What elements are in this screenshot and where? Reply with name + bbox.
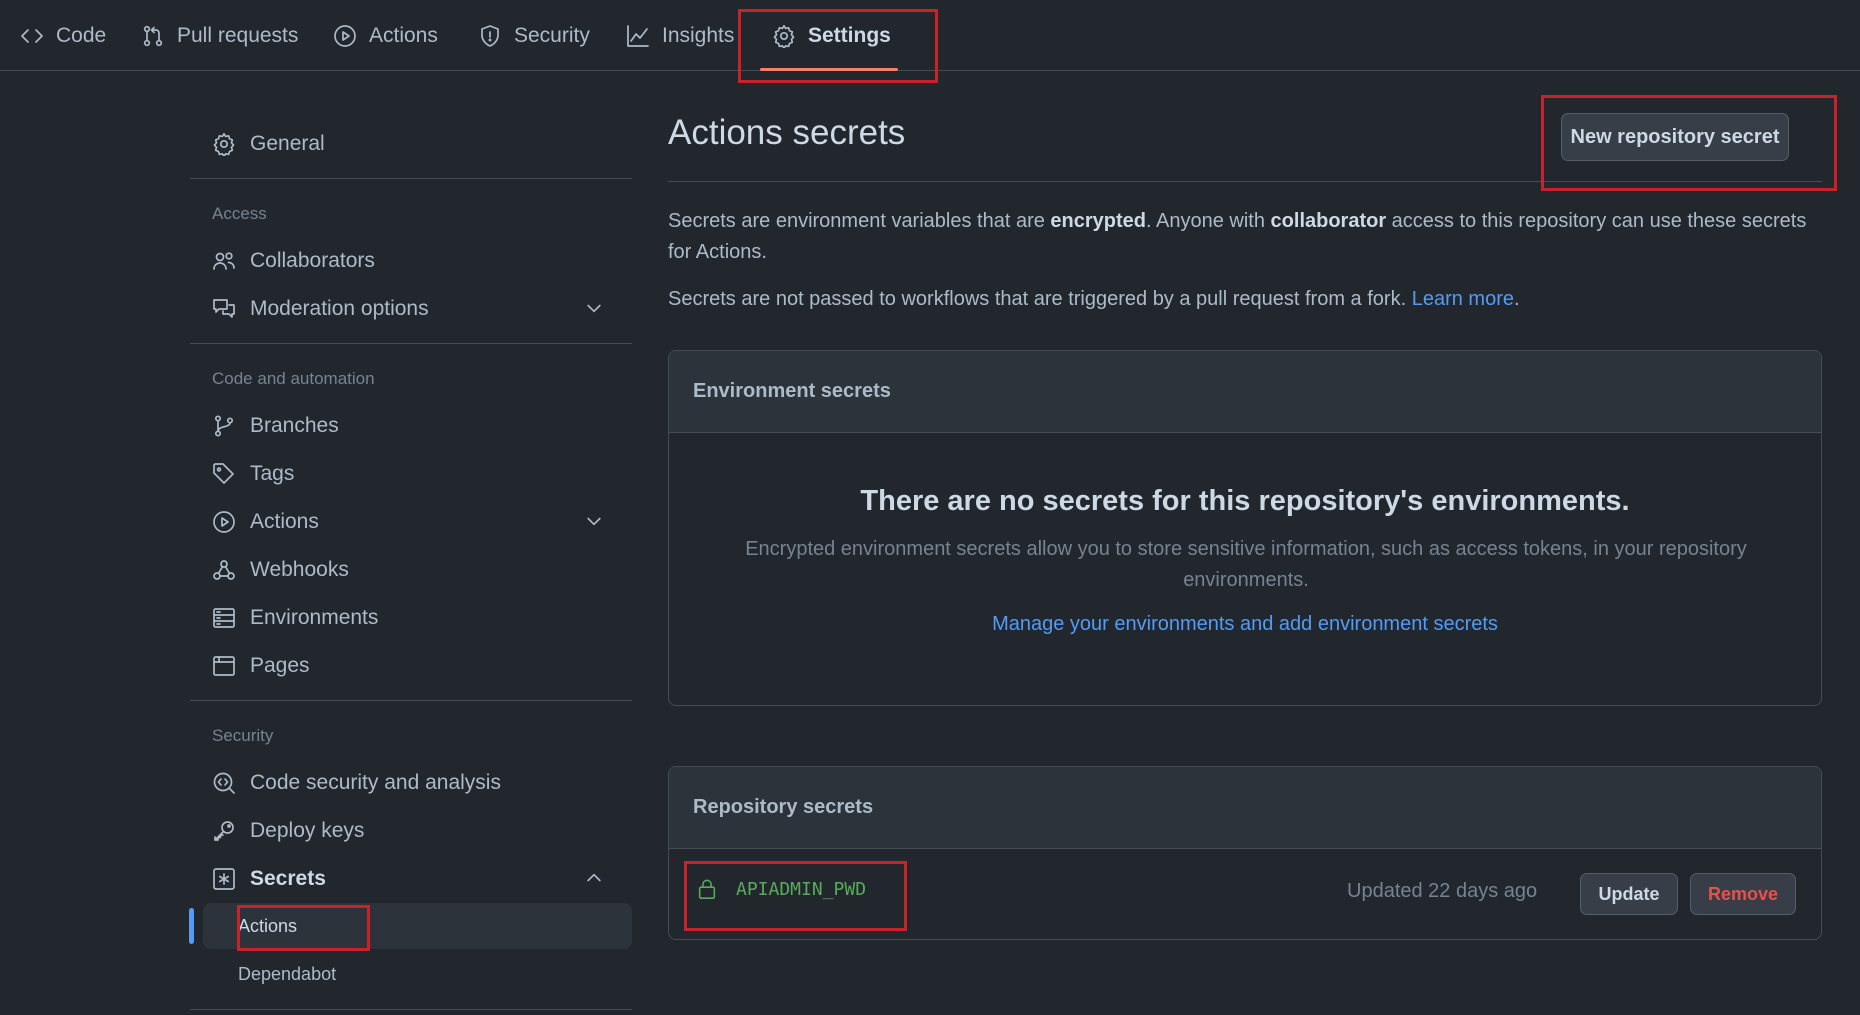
sidebar-item-branches[interactable]: Branches bbox=[190, 404, 632, 448]
sidebar-divider bbox=[190, 343, 632, 344]
tab-label: Insights bbox=[662, 24, 735, 47]
sidebar-divider bbox=[190, 1009, 632, 1010]
sidebar-item-moderation[interactable]: Moderation options bbox=[190, 287, 632, 331]
intro-text: Secrets are environment variables that a… bbox=[668, 206, 1822, 268]
secret-updated-time: Updated 22 days ago bbox=[1347, 880, 1538, 902]
fork-note-text: Secrets are not passed to workflows that… bbox=[668, 288, 1412, 310]
tab-pull-requests[interactable]: Pull requests bbox=[141, 18, 298, 54]
codescan-icon bbox=[212, 771, 236, 795]
page-title: Actions secrets bbox=[668, 113, 906, 152]
sidebar-item-label: Collaborators bbox=[250, 249, 375, 272]
blank-state-title: There are no secrets for this repository… bbox=[860, 485, 1630, 517]
sidebar-item-actions[interactable]: Actions bbox=[190, 500, 632, 544]
code-icon bbox=[20, 24, 44, 48]
play-icon bbox=[333, 24, 357, 48]
blank-state-description: Encrypted environment secrets allow you … bbox=[745, 538, 1747, 591]
secret-name-text: APIADMIN_PWD bbox=[736, 878, 867, 900]
sidebar-item-label: Actions bbox=[250, 510, 319, 533]
sidebar-item-label: Branches bbox=[250, 414, 339, 437]
webhook-icon bbox=[212, 558, 236, 582]
tab-code[interactable]: Code bbox=[20, 18, 106, 54]
chevron-down-icon[interactable] bbox=[584, 511, 604, 531]
sidebar-divider bbox=[190, 700, 632, 701]
sidebar-item-label: Code security and analysis bbox=[250, 771, 501, 794]
sidebar-divider bbox=[190, 178, 632, 179]
branch-icon bbox=[212, 414, 236, 438]
new-repository-secret-button[interactable]: New repository secret bbox=[1561, 113, 1789, 161]
active-tab-underline bbox=[760, 68, 898, 71]
sidebar-heading-security: Security bbox=[212, 726, 274, 745]
gear-icon bbox=[772, 24, 796, 48]
lock-icon bbox=[696, 877, 718, 901]
secret-row: APIADMIN_PWD Updated 22 days ago Update … bbox=[669, 849, 1821, 937]
sidebar-subitem-secrets-actions[interactable]: Actions bbox=[203, 903, 632, 949]
repo-nav: Code Pull requests Actions Security Insi… bbox=[0, 0, 1860, 71]
sidebar-item-label: Pages bbox=[250, 654, 310, 677]
update-secret-button[interactable]: Update bbox=[1580, 873, 1678, 915]
intro-part: . Anyone with bbox=[1146, 210, 1271, 232]
active-item-indicator bbox=[189, 908, 194, 944]
sidebar-item-label: Deploy keys bbox=[250, 819, 365, 842]
fork-note: Secrets are not passed to workflows that… bbox=[668, 284, 1822, 315]
sidebar-item-label: Moderation options bbox=[250, 297, 429, 320]
sidebar-item-tags[interactable]: Tags bbox=[190, 452, 632, 496]
tab-label: Actions bbox=[369, 24, 438, 47]
title-divider bbox=[668, 181, 1822, 182]
key-icon bbox=[212, 819, 236, 843]
learn-more-link[interactable]: Learn more bbox=[1412, 288, 1514, 310]
tab-security[interactable]: Security bbox=[478, 18, 590, 54]
sidebar-item-environments[interactable]: Environments bbox=[190, 596, 632, 640]
sidebar-item-label: Dependabot bbox=[238, 963, 337, 984]
sidebar-item-webhooks[interactable]: Webhooks bbox=[190, 548, 632, 592]
environment-secrets-header: Environment secrets bbox=[669, 351, 1821, 433]
sidebar-item-secrets[interactable]: Secrets bbox=[190, 857, 632, 901]
tab-settings[interactable]: Settings bbox=[772, 18, 891, 54]
tag-icon bbox=[212, 462, 236, 486]
environment-secrets-box: Environment secrets There are no secrets… bbox=[668, 350, 1822, 706]
sidebar-item-label: General bbox=[250, 132, 325, 155]
sidebar-item-label: Environments bbox=[250, 606, 379, 629]
tab-label: Settings bbox=[808, 24, 891, 47]
browser-icon bbox=[212, 654, 236, 678]
sidebar-item-deploy-keys[interactable]: Deploy keys bbox=[190, 809, 632, 853]
remove-secret-button[interactable]: Remove bbox=[1690, 873, 1796, 915]
gear-icon bbox=[212, 132, 236, 156]
pull-request-icon bbox=[141, 24, 165, 48]
secret-name: APIADMIN_PWD bbox=[696, 877, 866, 901]
tab-actions[interactable]: Actions bbox=[333, 18, 438, 54]
intro-bold: collaborator bbox=[1270, 210, 1387, 232]
fork-note-period: . bbox=[1513, 288, 1520, 310]
sidebar-item-collaborators[interactable]: Collaborators bbox=[190, 239, 632, 283]
sidebar-heading-access: Access bbox=[212, 204, 267, 223]
sidebar-item-pages[interactable]: Pages bbox=[190, 644, 632, 688]
chevron-down-icon[interactable] bbox=[584, 298, 604, 318]
tab-label: Pull requests bbox=[177, 24, 299, 47]
manage-environments-link[interactable]: Manage your environments and add environ… bbox=[992, 613, 1498, 635]
comment-discussion-icon bbox=[212, 297, 236, 321]
tab-label: Security bbox=[514, 24, 590, 47]
tab-insights[interactable]: Insights bbox=[626, 18, 734, 54]
sidebar-item-general[interactable]: General bbox=[190, 122, 632, 166]
shield-icon bbox=[478, 24, 502, 48]
sidebar-item-label: Secrets bbox=[250, 867, 326, 890]
sidebar-item-label: Webhooks bbox=[250, 558, 349, 581]
sidebar-subitem-secrets-dependabot[interactable]: Dependabot bbox=[203, 951, 632, 997]
sidebar-item-label: Tags bbox=[250, 462, 295, 485]
intro-bold: encrypted bbox=[1050, 210, 1147, 232]
sidebar-heading-code-automation: Code and automation bbox=[212, 369, 375, 388]
repository-secrets-box: Repository secrets APIADMIN_PWD Updated … bbox=[668, 766, 1822, 940]
repository-secrets-header: Repository secrets bbox=[669, 767, 1821, 849]
people-icon bbox=[212, 249, 236, 273]
server-icon bbox=[212, 606, 236, 630]
play-icon bbox=[212, 510, 236, 534]
intro-part: Secrets are environment variables that a… bbox=[668, 210, 1051, 232]
chevron-up-icon[interactable] bbox=[584, 868, 604, 888]
tab-label: Code bbox=[56, 24, 107, 47]
graph-icon bbox=[626, 24, 650, 48]
sidebar-item-label: Actions bbox=[238, 915, 298, 936]
sidebar-item-code-security[interactable]: Code security and analysis bbox=[190, 761, 632, 805]
key-asterisk-icon bbox=[212, 867, 236, 891]
